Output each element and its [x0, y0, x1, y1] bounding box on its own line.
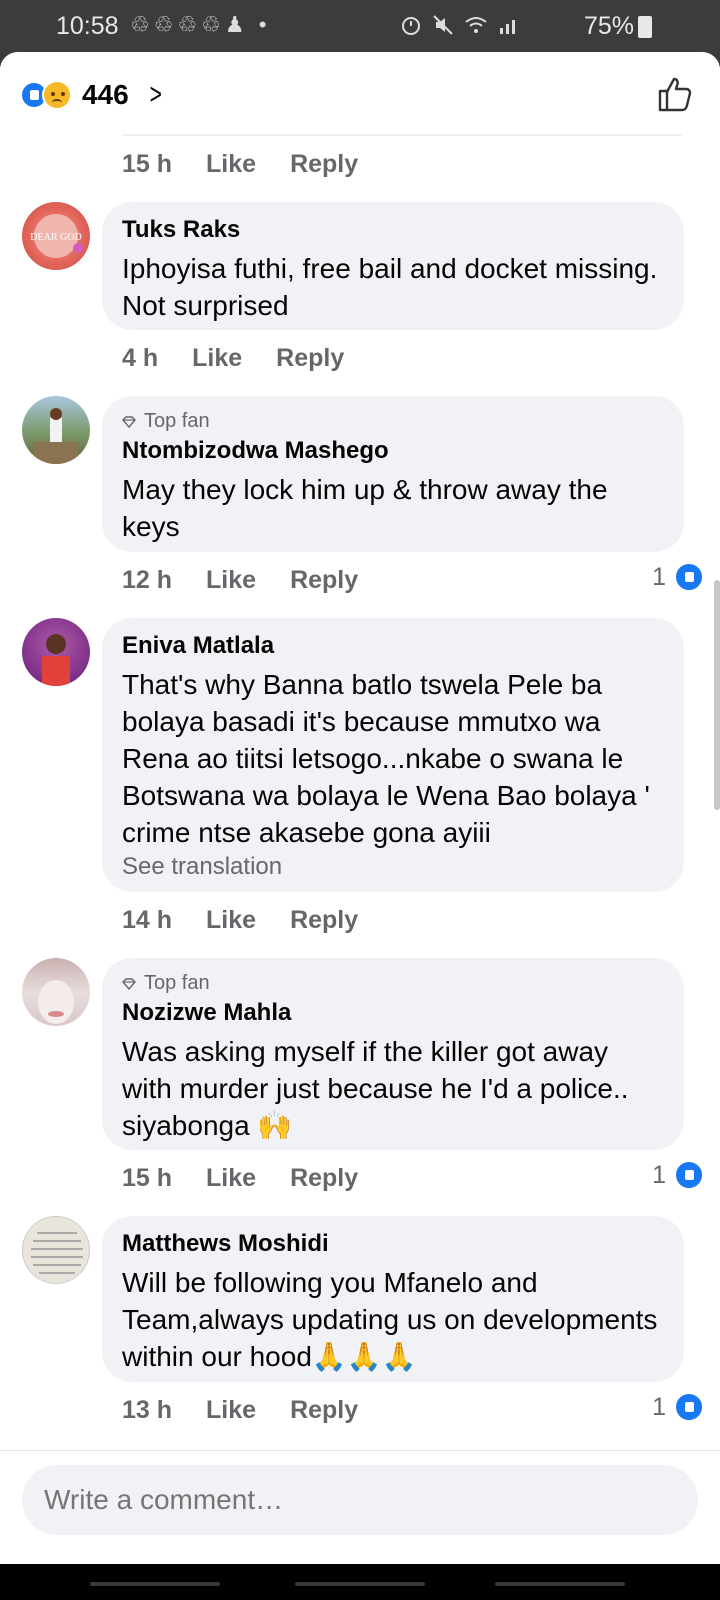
avatar[interactable]: [22, 958, 90, 1026]
like-post-icon[interactable]: [654, 74, 694, 114]
reply-button[interactable]: Reply: [290, 906, 358, 935]
previous-comment-edge: [122, 134, 682, 136]
comment-time: 15 h: [122, 150, 173, 178]
like-button[interactable]: Like: [206, 1396, 256, 1425]
system-icons: [400, 14, 520, 36]
commenter-name[interactable]: Matthews Moshidi: [122, 1230, 664, 1258]
like-reaction-icon: [674, 1160, 704, 1190]
reply-button[interactable]: Reply: [290, 1396, 358, 1425]
reply-button[interactable]: Reply: [276, 344, 344, 373]
comment-text: Will be following you Mfanelo and Team,a…: [122, 1267, 658, 1372]
comment-text: May they lock him up & throw away the ke…: [122, 474, 608, 542]
wifi-icon: [465, 17, 487, 33]
like-count-value: 1: [652, 562, 666, 591]
battery-percent: 75%: [583, 12, 634, 40]
comment-meta: 14 h Like Reply: [122, 906, 358, 935]
like-button[interactable]: Like: [206, 566, 256, 595]
nav-recents-handle[interactable]: [90, 1582, 220, 1586]
status-bar: 10:58 ♲♲♲♲♟ • 75%: [0, 0, 720, 52]
badge-label: Top fan: [144, 972, 210, 994]
comment-bubble: Eniva Matlala That's why Banna batlo tsw…: [102, 618, 684, 892]
comments-sheet: 446 > 15 h Like Reply DEAR GOD Tuks Raks…: [0, 52, 720, 1564]
svg-text:DEAR GOD: DEAR GOD: [30, 232, 81, 243]
reply-button[interactable]: Reply: [290, 150, 358, 179]
like-reaction-icon: [674, 1392, 704, 1422]
scrollbar[interactable]: [714, 580, 720, 810]
comment-bubble: Top fan Ntombizodwa Mashego May they loc…: [102, 396, 684, 552]
comment-bubble: Matthews Moshidi Will be following you M…: [102, 1216, 684, 1382]
reaction-count: 446: [82, 79, 129, 110]
see-translation-link[interactable]: See translation: [122, 853, 664, 881]
like-button[interactable]: Like: [206, 150, 256, 179]
like-reaction-icon: [674, 562, 704, 592]
notification-icons: ♲♲♲♲♟ •: [130, 12, 271, 37]
avatar-image: [34, 408, 78, 464]
badge-label: Top fan: [144, 410, 210, 432]
system-nav-bar: [0, 1564, 720, 1600]
like-button[interactable]: Like: [192, 344, 242, 373]
reply-button[interactable]: Reply: [290, 1164, 358, 1193]
comment-time: 12 h: [122, 566, 173, 594]
reply-button[interactable]: Reply: [290, 566, 358, 595]
avatar-image: [31, 1232, 83, 1274]
comment-meta: 15 h Like Reply: [122, 150, 358, 179]
chevron-right-icon: >: [149, 78, 162, 111]
comment-time: 13 h: [122, 1396, 173, 1424]
comment-bubble: Top fan Nozizwe Mahla Was asking myself …: [102, 958, 684, 1150]
like-button[interactable]: Like: [206, 1164, 256, 1193]
nav-home-handle[interactable]: [295, 1582, 425, 1586]
comment-like-count[interactable]: 1: [652, 1392, 704, 1422]
avatar[interactable]: [22, 396, 90, 464]
diamond-icon: [122, 415, 136, 428]
comment-like-count[interactable]: 1: [652, 562, 704, 592]
commenter-name[interactable]: Tuks Raks: [122, 216, 664, 244]
reactions-header: 446 >: [0, 52, 720, 134]
comment-like-count[interactable]: 1: [652, 1160, 704, 1190]
avatar-image: DEAR GOD: [30, 214, 83, 258]
avatar[interactable]: [22, 618, 90, 686]
comment-meta: 13 h Like Reply: [122, 1396, 358, 1425]
like-count-value: 1: [652, 1392, 666, 1421]
avatar[interactable]: DEAR GOD: [22, 202, 90, 270]
comment-input[interactable]: [22, 1465, 698, 1535]
reactions-summary[interactable]: 446 >: [20, 78, 164, 112]
top-fan-badge: Top fan: [122, 410, 664, 433]
battery-icon: [638, 16, 652, 38]
comment-composer: [0, 1450, 720, 1564]
commenter-name[interactable]: Ntombizodwa Mashego: [122, 437, 664, 465]
like-count-value: 1: [652, 1160, 666, 1189]
comment-text: Was asking myself if the killer got away…: [122, 1036, 629, 1141]
commenter-name[interactable]: Nozizwe Mahla: [122, 999, 664, 1027]
comment-meta: 12 h Like Reply: [122, 566, 358, 595]
comment-time: 15 h: [122, 1164, 173, 1192]
top-fan-badge: Top fan: [122, 972, 664, 995]
avatar[interactable]: [22, 1216, 90, 1284]
comment-text: Iphoyisa futhi, free bail and docket mis…: [122, 253, 658, 321]
comment-text: That's why Banna batlo tswela Pele ba bo…: [122, 669, 650, 848]
status-time: 10:58: [56, 12, 119, 40]
avatar-image: [42, 634, 70, 686]
nav-back-handle[interactable]: [495, 1582, 625, 1586]
like-button[interactable]: Like: [206, 906, 256, 935]
comment-meta: 15 h Like Reply: [122, 1164, 358, 1193]
sad-reaction-icon: [42, 80, 72, 110]
signal-icon: [500, 20, 515, 34]
comment-meta: 4 h Like Reply: [122, 344, 344, 373]
diamond-icon: [122, 977, 136, 990]
commenter-name[interactable]: Eniva Matlala: [122, 632, 664, 660]
avatar-image: [38, 980, 74, 1024]
alarm-icon: [402, 17, 420, 35]
comment-time: 14 h: [122, 906, 173, 934]
comment-bubble: Tuks Raks Iphoyisa futhi, free bail and …: [102, 202, 684, 330]
mute-icon: [433, 15, 453, 35]
comment-time: 4 h: [122, 344, 159, 372]
